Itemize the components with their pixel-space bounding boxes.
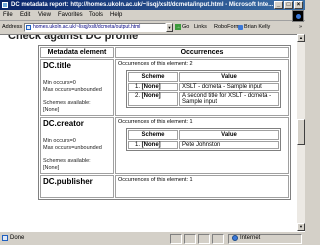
- status-bar: Done Internet: [0, 231, 305, 245]
- occurrence-row: 1. [None] Pete Johnston: [128, 141, 279, 149]
- menu-favorites[interactable]: Favorites: [58, 12, 83, 18]
- occurrence-number: 1.: [134, 84, 140, 90]
- windows-logo-icon: [292, 10, 304, 22]
- scroll-down-button[interactable]: ▼: [297, 223, 305, 231]
- occurrence-value: XSLT - dcmeta - Sample input: [179, 83, 279, 91]
- header-metadata-element: Metadata element: [40, 47, 114, 58]
- address-bar: Address homes.ukoln.ac.uk/~lisqj/xslt/dc…: [0, 22, 305, 33]
- status-panel: [212, 234, 224, 244]
- element-name: DC.publisher: [43, 177, 93, 186]
- page-icon: [26, 25, 31, 30]
- roboform-button[interactable]: RoboForm: [214, 24, 240, 30]
- element-name: DC.title: [43, 61, 71, 70]
- header-scheme: Scheme: [128, 72, 178, 82]
- occurrences-cell: Occurrences of this element: 2 Scheme Va…: [115, 59, 289, 116]
- occurrence-row: 2. [None] A second title for XSLT - dcme…: [128, 92, 279, 106]
- ie-icon: [2, 2, 8, 8]
- element-cell: DC.title Min occurs=0 Max occurs=unbound…: [40, 59, 114, 116]
- security-zone: Internet: [232, 235, 260, 241]
- header-scheme: Scheme: [128, 130, 178, 140]
- header-value: Value: [179, 72, 279, 82]
- menu-view[interactable]: View: [38, 12, 51, 18]
- menubar: File Edit View Favorites Tools Help: [0, 10, 305, 21]
- occurrence-count: Occurrences of this element: 1: [118, 177, 193, 183]
- status-text: Done: [2, 235, 24, 241]
- max-occurs: Max occurs=unbounded: [43, 145, 102, 151]
- occurrence-table: Scheme Value 1. [None] Pete Johnston: [126, 128, 281, 151]
- element-cell: DC.publisher: [40, 175, 114, 198]
- address-label: Address: [2, 24, 23, 30]
- occurrence-table: Scheme Value 1. [None] XSLT - dcmeta - S…: [126, 70, 281, 108]
- header-value: Value: [179, 130, 279, 140]
- max-occurs: Max occurs=unbounded: [43, 87, 102, 93]
- table-row: DC.publisher Occurrences of this element…: [40, 175, 289, 198]
- go-label: Go: [182, 24, 190, 30]
- go-button[interactable]: → Go: [175, 24, 189, 30]
- schemes-available: Schemes available:: [43, 158, 91, 164]
- menu-file[interactable]: File: [3, 12, 13, 18]
- profile-table: Metadata element Occurrences DC.title Mi…: [38, 45, 291, 200]
- maximize-button[interactable]: □: [284, 1, 293, 9]
- close-button[interactable]: ×: [294, 1, 303, 9]
- toolbar-overflow-button[interactable]: »: [299, 24, 302, 30]
- page-heading: Check against DC profile: [8, 34, 139, 42]
- scroll-up-button[interactable]: ▲: [297, 34, 305, 42]
- occurrence-number: 2.: [134, 93, 140, 99]
- window-title: DC metadata report: http://homes.ukoln.a…: [11, 2, 274, 8]
- header-occurrences: Occurrences: [115, 47, 289, 58]
- links-button[interactable]: Links: [194, 24, 207, 30]
- status-panel: [198, 234, 210, 244]
- minimize-button[interactable]: _: [274, 1, 283, 9]
- element-cell: DC.creator Min occurs=0 Max occurs=unbou…: [40, 117, 114, 174]
- page-content: Check against DC profile Metadata elemen…: [0, 34, 297, 231]
- address-input[interactable]: homes.ukoln.ac.uk/~lisqj/xslt/dcmeta/out…: [24, 23, 166, 32]
- menu-tools[interactable]: Tools: [89, 12, 103, 18]
- address-dropdown-button[interactable]: ▼: [166, 23, 173, 32]
- occurrence-number: 1.: [134, 142, 140, 148]
- globe-icon: [232, 235, 238, 241]
- page-icon: [2, 235, 8, 241]
- occurrences-cell: Occurrences of this element: 1 Scheme Va…: [115, 117, 289, 174]
- schemes-available: Schemes available:: [43, 100, 91, 106]
- occurrence-row: 1. [None] XSLT - dcmeta - Sample input: [128, 83, 279, 91]
- occurrence-scheme: [None]: [141, 142, 161, 148]
- status-panel: [170, 234, 182, 244]
- occurrence-value: Pete Johnston: [179, 141, 279, 149]
- identity-label: Brian Kelly: [244, 24, 271, 30]
- scroll-thumb[interactable]: [297, 119, 305, 145]
- zone-label: Internet: [240, 235, 261, 241]
- occurrence-value: A second title for XSLT - dcmeta - Sampl…: [179, 92, 279, 106]
- identity-button[interactable]: Brian Kelly: [238, 24, 270, 30]
- table-row: DC.title Min occurs=0 Max occurs=unbound…: [40, 59, 289, 116]
- occurrences-cell: Occurrences of this element: 1: [115, 175, 289, 198]
- table-row: DC.creator Min occurs=0 Max occurs=unbou…: [40, 117, 289, 174]
- address-value: homes.ukoln.ac.uk/~lisqj/xslt/dcmeta/out…: [33, 24, 141, 30]
- min-occurs: Min occurs=0: [43, 138, 76, 144]
- occurrence-count: Occurrences of this element: 1: [118, 119, 193, 125]
- status-panel: [184, 234, 196, 244]
- min-occurs: Min occurs=0: [43, 80, 76, 86]
- menu-edit[interactable]: Edit: [20, 12, 30, 18]
- occurrence-scheme: [None]: [141, 93, 161, 99]
- status-label: Done: [10, 235, 25, 241]
- person-icon: [238, 24, 243, 30]
- scheme-value: [None]: [43, 107, 60, 113]
- element-name: DC.creator: [43, 119, 84, 128]
- occurrence-scheme: [None]: [141, 84, 161, 90]
- vertical-scrollbar[interactable]: ▲ ▼: [297, 34, 305, 231]
- go-arrow-icon: →: [175, 24, 181, 30]
- scheme-value: [None]: [43, 165, 60, 171]
- menu-help[interactable]: Help: [110, 12, 122, 18]
- occurrence-count: Occurrences of this element: 2: [118, 61, 193, 67]
- window-titlebar: DC metadata report: http://homes.ukoln.a…: [0, 0, 305, 10]
